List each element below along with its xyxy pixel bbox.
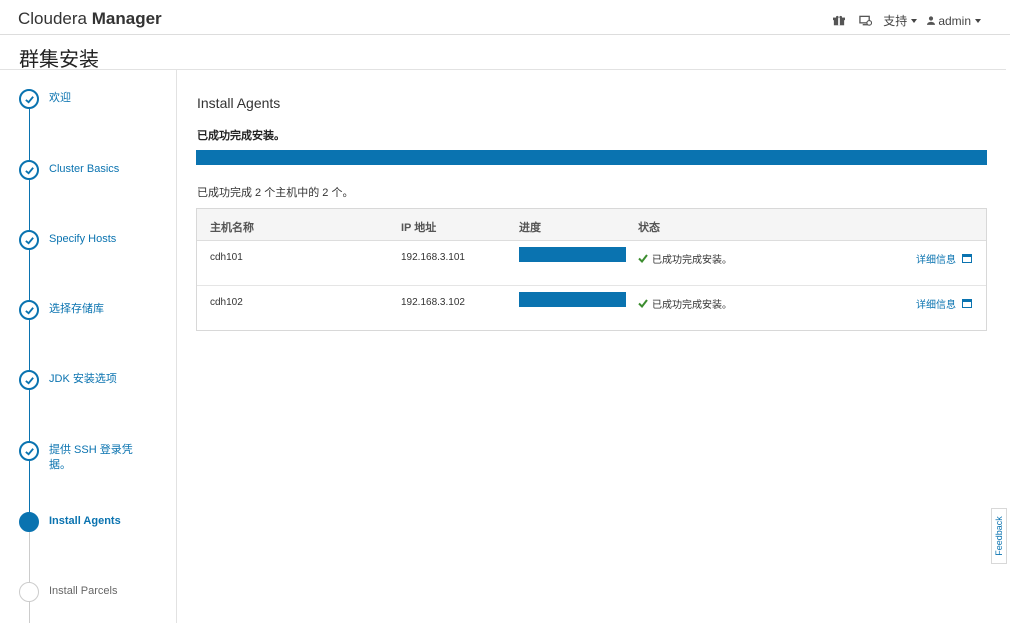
sidebar-step-ssh[interactable]: 提供 SSH 登录凭据。: [19, 441, 149, 473]
checkmark-icon: [19, 370, 39, 390]
install-status-message: 已成功完成安装。: [197, 130, 285, 142]
host-status: 已成功完成安装。: [638, 296, 732, 311]
feedback-label: Feedback: [994, 516, 1004, 556]
sidebar-step-jdk[interactable]: JDK 安装选项: [19, 370, 149, 390]
host-status-text: 已成功完成安装。: [652, 300, 732, 311]
window-icon: [962, 299, 972, 308]
app-logo[interactable]: Cloudera Manager: [18, 9, 162, 29]
checkmark-icon: [19, 230, 39, 250]
checkmark-icon: [19, 160, 39, 180]
host-progress-bar: [519, 292, 626, 307]
details-link[interactable]: 详细信息: [916, 296, 972, 311]
table-header: 主机名称 IP 地址 进度 状态: [197, 209, 986, 241]
chevron-down-icon: [975, 18, 981, 23]
host-progress-fill: [519, 247, 626, 262]
checkmark-icon: [19, 300, 39, 320]
checkmark-icon: [19, 441, 39, 461]
step-label: 欢迎: [49, 92, 71, 104]
install-summary: 已成功完成 2 个主机中的 2 个。: [197, 187, 354, 199]
section-heading: Install Agents: [197, 95, 281, 111]
sidebar-step-welcome[interactable]: 欢迎: [19, 89, 149, 109]
support-menu[interactable]: 支持: [883, 12, 918, 29]
hosts-table: 主机名称 IP 地址 进度 状态 cdh101 192.168.3.101 已成…: [196, 208, 987, 331]
sidebar-step-cluster-basics[interactable]: Cluster Basics: [19, 160, 149, 180]
overall-progress-bar: [196, 150, 987, 165]
details-link-label: 详细信息: [916, 255, 956, 266]
success-check-icon: [638, 254, 648, 263]
details-link[interactable]: 详细信息: [916, 251, 972, 266]
success-check-icon: [638, 299, 648, 308]
current-step-icon: [19, 512, 39, 532]
details-link-label: 详细信息: [916, 300, 956, 311]
cloud-monitor-icon[interactable]: [859, 15, 873, 27]
sidebar-step-repository[interactable]: 选择存储库: [19, 300, 149, 320]
step-connector-line-pending: [29, 530, 30, 623]
table-row: cdh101 192.168.3.101 已成功完成安装。 详细信息: [197, 241, 986, 286]
host-name: cdh102: [210, 297, 243, 308]
window-icon: [962, 254, 972, 263]
step-label: Install Parcels: [49, 585, 118, 597]
step-label: Cluster Basics: [49, 163, 120, 175]
gift-icon[interactable]: [833, 15, 847, 27]
step-label: 选择存储库: [49, 303, 104, 315]
feedback-tab[interactable]: Feedback: [991, 508, 1007, 564]
brand-name-light: Cloudera: [18, 9, 87, 28]
host-name: cdh101: [210, 252, 243, 263]
pending-step-icon: [19, 582, 39, 602]
sidebar-step-specify-hosts[interactable]: Specify Hosts: [19, 230, 149, 250]
host-status: 已成功完成安装。: [638, 251, 732, 266]
table-row: cdh102 192.168.3.102 已成功完成安装。 详细信息: [197, 286, 986, 331]
step-label: Install Agents: [49, 515, 121, 527]
sidebar-step-install-agents[interactable]: Install Agents: [19, 512, 149, 532]
user-icon: [927, 16, 936, 25]
column-header-ip: IP 地址: [401, 222, 437, 234]
column-header-status: 状态: [638, 222, 660, 234]
column-header-hostname: 主机名称: [210, 222, 254, 234]
host-ip: 192.168.3.102: [401, 297, 465, 308]
checkmark-icon: [19, 89, 39, 109]
user-menu-label: admin: [938, 13, 971, 28]
host-progress-bar: [519, 247, 626, 262]
host-progress-fill: [519, 292, 626, 307]
brand-name-bold: Manager: [91, 9, 162, 28]
user-menu[interactable]: admin: [927, 14, 981, 28]
support-menu-label: 支持: [883, 14, 908, 28]
wizard-sidebar: [0, 70, 177, 623]
overall-progress-fill: [196, 150, 987, 165]
sidebar-step-install-parcels: Install Parcels: [19, 582, 149, 602]
step-label: 提供 SSH 登录凭据。: [49, 444, 133, 471]
host-ip: 192.168.3.101: [401, 252, 465, 263]
column-header-progress: 进度: [519, 222, 541, 234]
chevron-down-icon: [911, 18, 918, 23]
host-status-text: 已成功完成安装。: [652, 255, 732, 266]
step-label: JDK 安装选项: [49, 373, 117, 385]
top-navbar: Cloudera Manager 支持 admin: [0, 0, 1010, 35]
navbar-right: 支持 admin: [821, 12, 981, 29]
page-title: 群集安装: [19, 49, 99, 71]
step-label: Specify Hosts: [49, 233, 117, 245]
